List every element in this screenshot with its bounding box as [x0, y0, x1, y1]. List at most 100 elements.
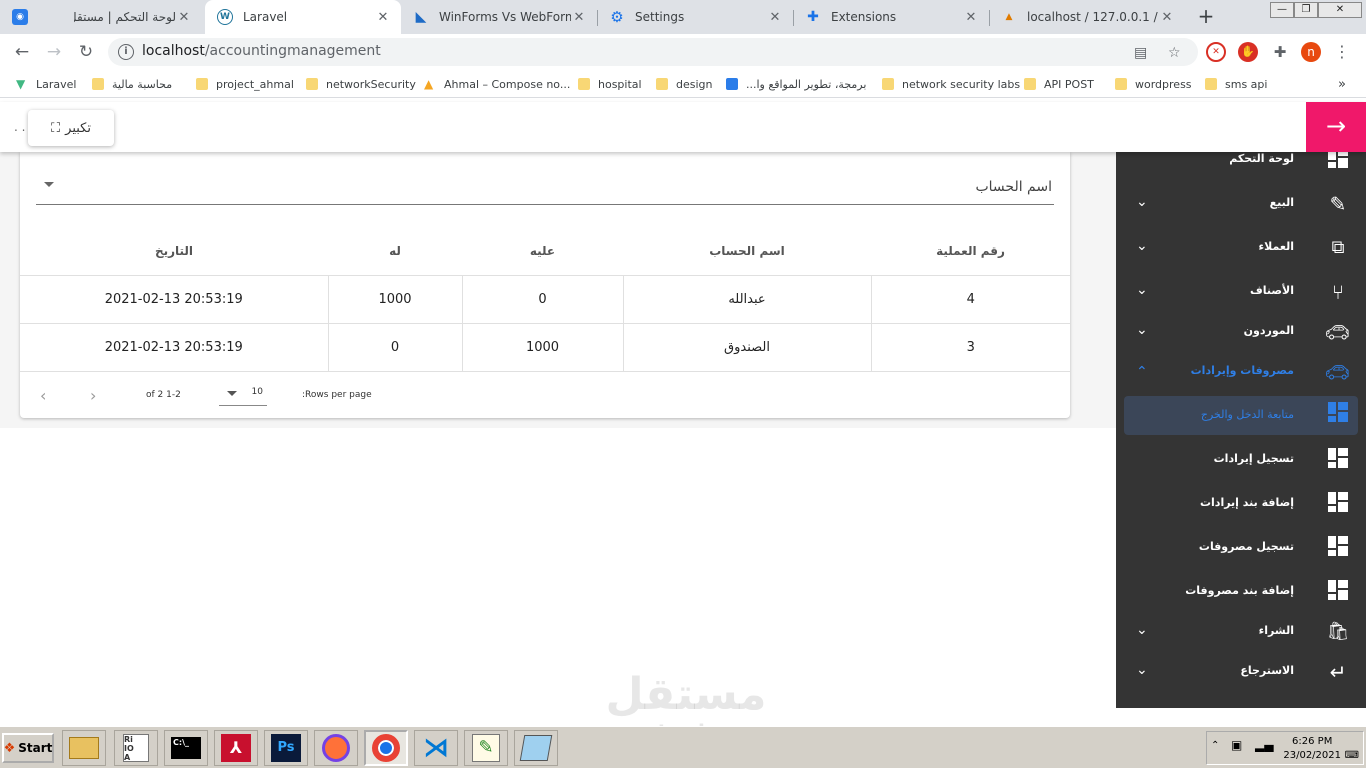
url-field[interactable]: i localhost/accountingmanagement ▤ ☆: [108, 38, 1198, 66]
bookmark-item[interactable]: wordpress: [1115, 76, 1192, 92]
sidebar-item-income-outcome[interactable]: متابعة الدخل والخرج: [1124, 396, 1358, 435]
sidebar-item-record-revenues[interactable]: تسجيل إيرادات: [1116, 442, 1366, 478]
taskbar-app-chart[interactable]: ✎: [464, 730, 508, 766]
sidebar-item-returns[interactable]: ↵ الاسترجاع ⌄: [1116, 654, 1366, 690]
url-text: localhost/accountingmanagement: [142, 43, 381, 59]
column-header[interactable]: اسم الحساب: [623, 227, 871, 275]
tab-extensions[interactable]: ✚ Extensions ✕: [793, 0, 989, 34]
tab-title: WinForms Vs WebForms: [439, 10, 571, 24]
sidebar-item-purchases[interactable]: 🛍︎ الشراء ⌄: [1116, 614, 1366, 650]
close-icon[interactable]: ✕: [767, 10, 783, 25]
sidebar-item-record-expenses[interactable]: تسجيل مصروفات: [1116, 530, 1366, 566]
next-page-icon[interactable]: ›: [90, 386, 96, 405]
tab-winforms[interactable]: ◣ WinForms Vs WebForms ✕: [401, 0, 597, 34]
browser-tab-bar: ◉ لوحة التحكم | مستقل ✕ W Laravel ✕ ◣ Wi…: [0, 0, 1366, 34]
start-button[interactable]: ❖ Start: [2, 733, 54, 763]
restore-button[interactable]: ❐: [1294, 2, 1318, 18]
close-icon[interactable]: ✕: [1159, 10, 1175, 25]
wordpress-icon: W: [217, 9, 233, 25]
profile-avatar[interactable]: n: [1301, 42, 1321, 62]
extension-block-icon[interactable]: ✕: [1206, 42, 1226, 62]
bookmark-item[interactable]: design: [656, 76, 713, 92]
sidebar-item-expenses-revenues[interactable]: 🚗︎ مصروفات وإيرادات ⌃: [1116, 354, 1366, 390]
watermark-arabic: مستقل: [605, 669, 767, 720]
table-row[interactable]: 4 عبدالله 0 1000 2021-02-13 20:53:19: [20, 274, 1070, 323]
close-icon[interactable]: ✕: [176, 10, 192, 25]
tab-mostaql[interactable]: لوحة التحكم | مستقل ✕: [62, 0, 202, 34]
tray-expand-icon[interactable]: ⌃: [1211, 740, 1219, 751]
sidebar-item-add-revenue-item[interactable]: إضافة بند إيرادات: [1116, 486, 1366, 522]
sidebar-item-add-expense-item[interactable]: إضافة بند مصروفات: [1116, 574, 1366, 610]
taskbar-app-vscode[interactable]: ⋊: [414, 730, 458, 766]
folder-icon: [196, 78, 208, 90]
close-window-button[interactable]: ✕: [1318, 2, 1362, 18]
close-icon[interactable]: ✕: [571, 10, 587, 25]
close-icon[interactable]: ✕: [375, 10, 391, 25]
taskbar-app-cmd[interactable]: C:\_: [164, 730, 208, 766]
back-button[interactable]: ←: [12, 42, 32, 62]
keyboard-icon[interactable]: ⌨: [1345, 750, 1359, 761]
mostaql-icon: ◉: [12, 9, 28, 25]
pencil-icon: ✎: [1329, 192, 1347, 216]
bookmark-item[interactable]: project_ahmal: [196, 76, 294, 92]
terminal-icon: C:\_: [171, 737, 201, 759]
clock-time: 6:26 PM: [1292, 736, 1333, 747]
info-icon[interactable]: i: [118, 44, 134, 60]
sidebar-item-categories[interactable]: ⑂ الأصناف ⌄: [1116, 274, 1366, 310]
column-header[interactable]: التاريخ: [20, 227, 328, 275]
taskbar-app-notebook[interactable]: [514, 730, 558, 766]
sidebar-item-suppliers[interactable]: 🚗︎ الموردون ⌄: [1116, 314, 1366, 350]
forward-button[interactable]: →: [44, 42, 64, 62]
tab-laravel[interactable]: W Laravel ✕: [205, 0, 401, 34]
prev-page-icon[interactable]: ‹: [40, 386, 46, 405]
bookmark-item[interactable]: network security labs: [882, 76, 1020, 92]
taskbar-app-explorer[interactable]: [62, 730, 106, 766]
tab-pinned-app[interactable]: ◉: [0, 0, 40, 34]
bookmark-item[interactable]: ▼ Laravel: [16, 76, 76, 92]
return-icon: ↵: [1329, 660, 1347, 684]
column-header[interactable]: عليه: [462, 227, 623, 275]
close-icon[interactable]: ✕: [963, 10, 979, 25]
tab-settings[interactable]: ⚙ Settings ✕: [597, 0, 793, 34]
clock[interactable]: 6:26 PM 23/02/2021: [1283, 735, 1341, 763]
sidebar-item-label: متابعة الدخل والخرج: [1200, 408, 1294, 421]
taskbar-app-acrobat[interactable]: ⅄: [214, 730, 258, 766]
bookmark-star-icon[interactable]: ☆: [1168, 45, 1181, 61]
taskbar-app-firefox[interactable]: [314, 730, 358, 766]
toggle-sidebar-button[interactable]: →: [1306, 102, 1366, 152]
menu-kebab-icon[interactable]: ⋮: [1332, 42, 1352, 62]
bookmark-item[interactable]: networkSecurity: [306, 76, 416, 92]
network-icon[interactable]: ▣: [1231, 738, 1242, 752]
taskbar-app-chrome[interactable]: [364, 730, 408, 766]
signal-icon[interactable]: ▂▄: [1255, 738, 1273, 752]
expand-button[interactable]: تكبير ⛶: [28, 110, 114, 146]
bookmark-item[interactable]: sms api: [1205, 76, 1267, 92]
minimize-button[interactable]: —: [1270, 2, 1294, 18]
bookmark-item[interactable]: برمجة، تطوير المواقع وا...: [726, 76, 866, 92]
more-bookmarks-button[interactable]: »: [1338, 76, 1346, 92]
bookmark-item[interactable]: hospital: [578, 76, 642, 92]
bookmark-item[interactable]: API POST: [1024, 76, 1094, 92]
sidebar-item-label: لوحة التحكم: [1229, 152, 1294, 165]
new-tab-button[interactable]: +: [1196, 6, 1216, 26]
bookmark-item[interactable]: ▲ Ahmal – Compose no...: [424, 76, 570, 92]
table-row[interactable]: 3 الصندوق 1000 0 2021-02-13 20:53:19: [20, 322, 1070, 372]
column-header[interactable]: له: [328, 227, 462, 275]
column-header[interactable]: رقم العملية: [871, 227, 1070, 275]
sidebar-item-customers[interactable]: ⧉ العملاء ⌄: [1116, 230, 1366, 266]
account-name-select[interactable]: اسم الحساب: [36, 172, 1054, 205]
extension-shield-icon[interactable]: ✋: [1238, 42, 1258, 62]
translate-icon[interactable]: ▤: [1134, 45, 1147, 61]
reload-button[interactable]: ↻: [76, 42, 96, 62]
rows-per-page-select[interactable]: 10: [219, 380, 267, 406]
table-cell: 1000: [461, 322, 623, 372]
taskbar-app-notepad-plus[interactable]: Ri IO A: [114, 730, 158, 766]
rows-per-page-label: Rows per page:: [302, 390, 372, 400]
sidebar-item-sales[interactable]: ✎ البيع ⌄: [1116, 186, 1366, 222]
extensions-puzzle-icon[interactable]: ✚: [1270, 42, 1290, 62]
folder-icon: [578, 78, 590, 90]
tab-phpmyadmin[interactable]: ▲ localhost / 127.0.0.1 / pha ✕: [989, 0, 1185, 34]
bookmark-item[interactable]: محاسبة مالية: [92, 76, 172, 92]
taskbar-app-photoshop[interactable]: Ps: [264, 730, 308, 766]
car-icon: 🚗︎: [1324, 360, 1350, 384]
